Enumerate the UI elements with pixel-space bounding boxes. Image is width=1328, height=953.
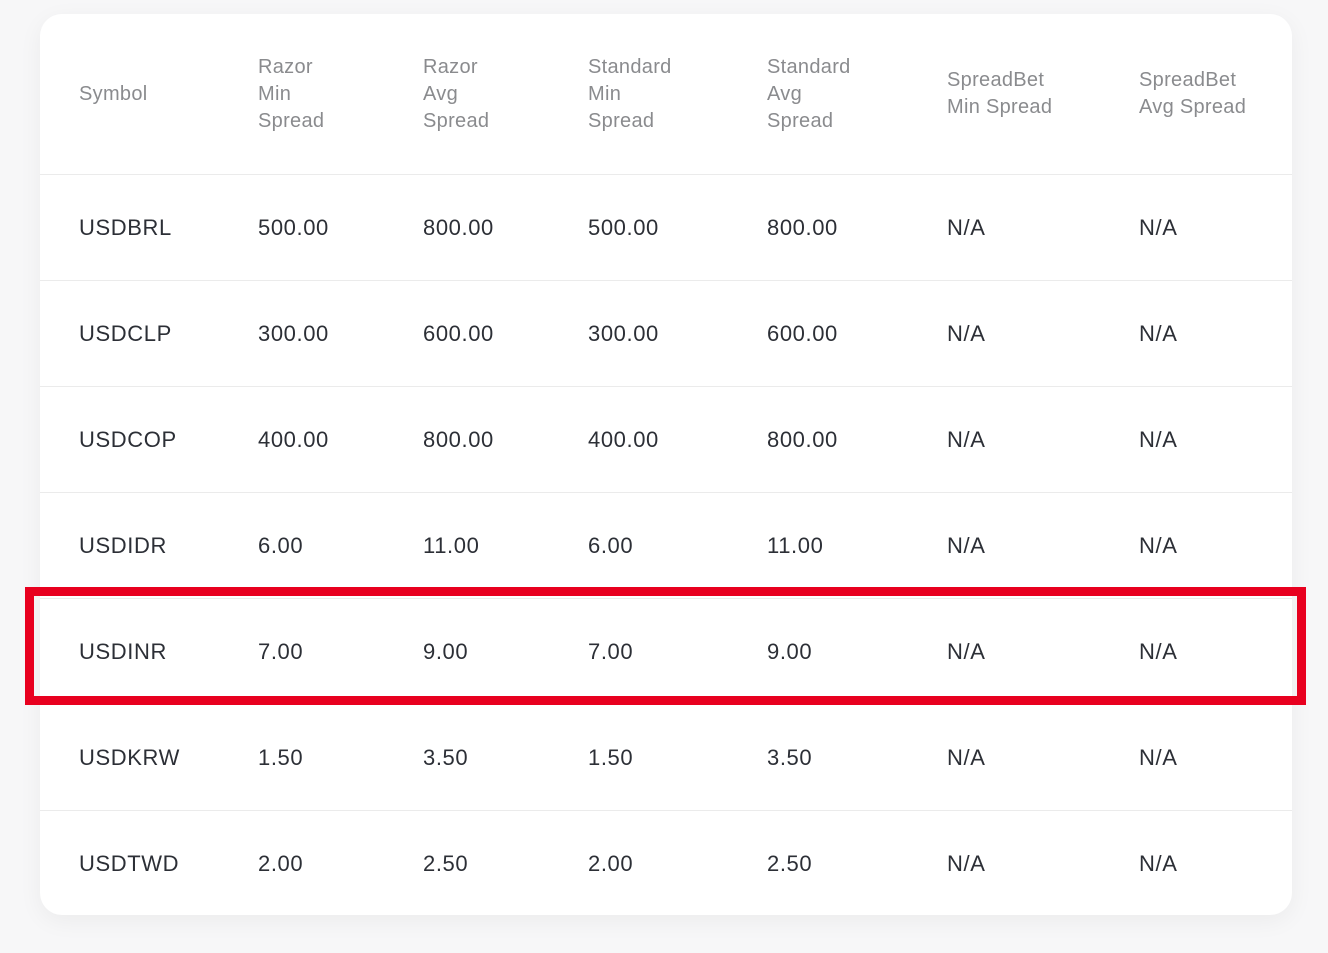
cell-razor-avg-spread: 9.00 [423, 638, 469, 664]
cell-razor-min-spread: 1.50 [258, 744, 304, 770]
cell-spreadbet-avg-spread: N/A [1139, 214, 1178, 240]
cell-standard-min-spread: 300.00 [588, 320, 659, 346]
table-row: USDINR 7.00 9.00 7.00 9.00 N/A N/A [40, 599, 1292, 705]
cell-razor-avg-spread: 11.00 [423, 532, 480, 558]
table-row: USDIDR 6.00 11.00 6.00 11.00 N/A N/A [40, 493, 1292, 599]
cell-symbol: USDBRL [79, 214, 172, 240]
cell-razor-min-spread: 500.00 [258, 214, 329, 240]
cell-spreadbet-min-spread: N/A [947, 532, 986, 558]
cell-razor-avg-spread: 800.00 [423, 214, 494, 240]
header-label: Standard Avg Spread [767, 55, 851, 132]
table-row: USDTWD 2.00 2.50 2.00 2.50 N/A N/A [40, 811, 1292, 915]
cell-symbol: USDTWD [79, 850, 180, 876]
header-label: Standard Min Spread [588, 55, 672, 132]
cell-spreadbet-min-spread: N/A [947, 320, 986, 346]
cell-razor-avg-spread: 600.00 [423, 320, 494, 346]
cell-spreadbet-avg-spread: N/A [1139, 638, 1178, 664]
header-razor-avg-spread: Razor Avg Spread [423, 14, 489, 174]
cell-standard-min-spread: 1.50 [588, 744, 634, 770]
cell-spreadbet-avg-spread: N/A [1139, 850, 1178, 876]
cell-razor-avg-spread: 2.50 [423, 850, 469, 876]
cell-standard-avg-spread: 9.00 [767, 638, 813, 664]
header-spreadbet-avg-spread: SpreadBet Avg Spread [1139, 14, 1246, 174]
cell-spreadbet-avg-spread: N/A [1139, 532, 1178, 558]
cell-spreadbet-avg-spread: N/A [1139, 320, 1178, 346]
cell-spreadbet-avg-spread: N/A [1139, 426, 1178, 452]
cell-symbol: USDKRW [79, 744, 180, 770]
cell-symbol: USDCOP [79, 426, 177, 452]
table-row: USDCOP 400.00 800.00 400.00 800.00 N/A N/A [40, 387, 1292, 493]
header-label: Razor Min Spread [258, 55, 325, 132]
header-label: SpreadBet Min Spread [947, 69, 1053, 118]
table-header: Symbol Razor Min Spread Razor Avg Spread… [40, 14, 1292, 175]
header-label: Symbol [79, 82, 148, 105]
cell-spreadbet-min-spread: N/A [947, 214, 986, 240]
cell-spreadbet-min-spread: N/A [947, 744, 986, 770]
cell-razor-avg-spread: 800.00 [423, 426, 494, 452]
header-label: SpreadBet Avg Spread [1139, 69, 1247, 118]
cell-razor-avg-spread: 3.50 [423, 744, 469, 770]
cell-standard-min-spread: 6.00 [588, 532, 634, 558]
cell-standard-avg-spread: 11.00 [767, 532, 824, 558]
cell-spreadbet-min-spread: N/A [947, 638, 986, 664]
cell-razor-min-spread: 7.00 [258, 638, 304, 664]
cell-symbol: USDCLP [79, 320, 172, 346]
cell-razor-min-spread: 400.00 [258, 426, 329, 452]
header-razor-min-spread: Razor Min Spread [258, 14, 324, 174]
spread-table-card: Symbol Razor Min Spread Razor Avg Spread… [40, 14, 1292, 915]
cell-spreadbet-avg-spread: N/A [1139, 744, 1178, 770]
cell-razor-min-spread: 300.00 [258, 320, 329, 346]
cell-standard-min-spread: 7.00 [588, 638, 634, 664]
table-row: USDBRL 500.00 800.00 500.00 800.00 N/A N/A [40, 175, 1292, 281]
cell-standard-avg-spread: 600.00 [767, 320, 838, 346]
header-spreadbet-min-spread: SpreadBet Min Spread [947, 14, 1052, 174]
cell-symbol: USDIDR [79, 532, 167, 558]
header-symbol: Symbol [79, 14, 148, 174]
table-row: USDCLP 300.00 600.00 300.00 600.00 N/A N/A [40, 281, 1292, 387]
cell-standard-min-spread: 500.00 [588, 214, 659, 240]
cell-standard-avg-spread: 3.50 [767, 744, 813, 770]
cell-standard-avg-spread: 800.00 [767, 214, 838, 240]
cell-spreadbet-min-spread: N/A [947, 426, 986, 452]
cell-symbol: USDINR [79, 638, 167, 664]
header-label: Razor Avg Spread [423, 55, 490, 132]
cell-standard-avg-spread: 2.50 [767, 850, 813, 876]
cell-standard-avg-spread: 800.00 [767, 426, 838, 452]
header-standard-min-spread: Standard Min Spread [588, 14, 672, 174]
cell-razor-min-spread: 6.00 [258, 532, 304, 558]
cell-standard-min-spread: 400.00 [588, 426, 659, 452]
header-standard-avg-spread: Standard Avg Spread [767, 14, 851, 174]
cell-razor-min-spread: 2.00 [258, 850, 304, 876]
table-row: USDKRW 1.50 3.50 1.50 3.50 N/A N/A [40, 705, 1292, 811]
cell-spreadbet-min-spread: N/A [947, 850, 986, 876]
cell-standard-min-spread: 2.00 [588, 850, 634, 876]
